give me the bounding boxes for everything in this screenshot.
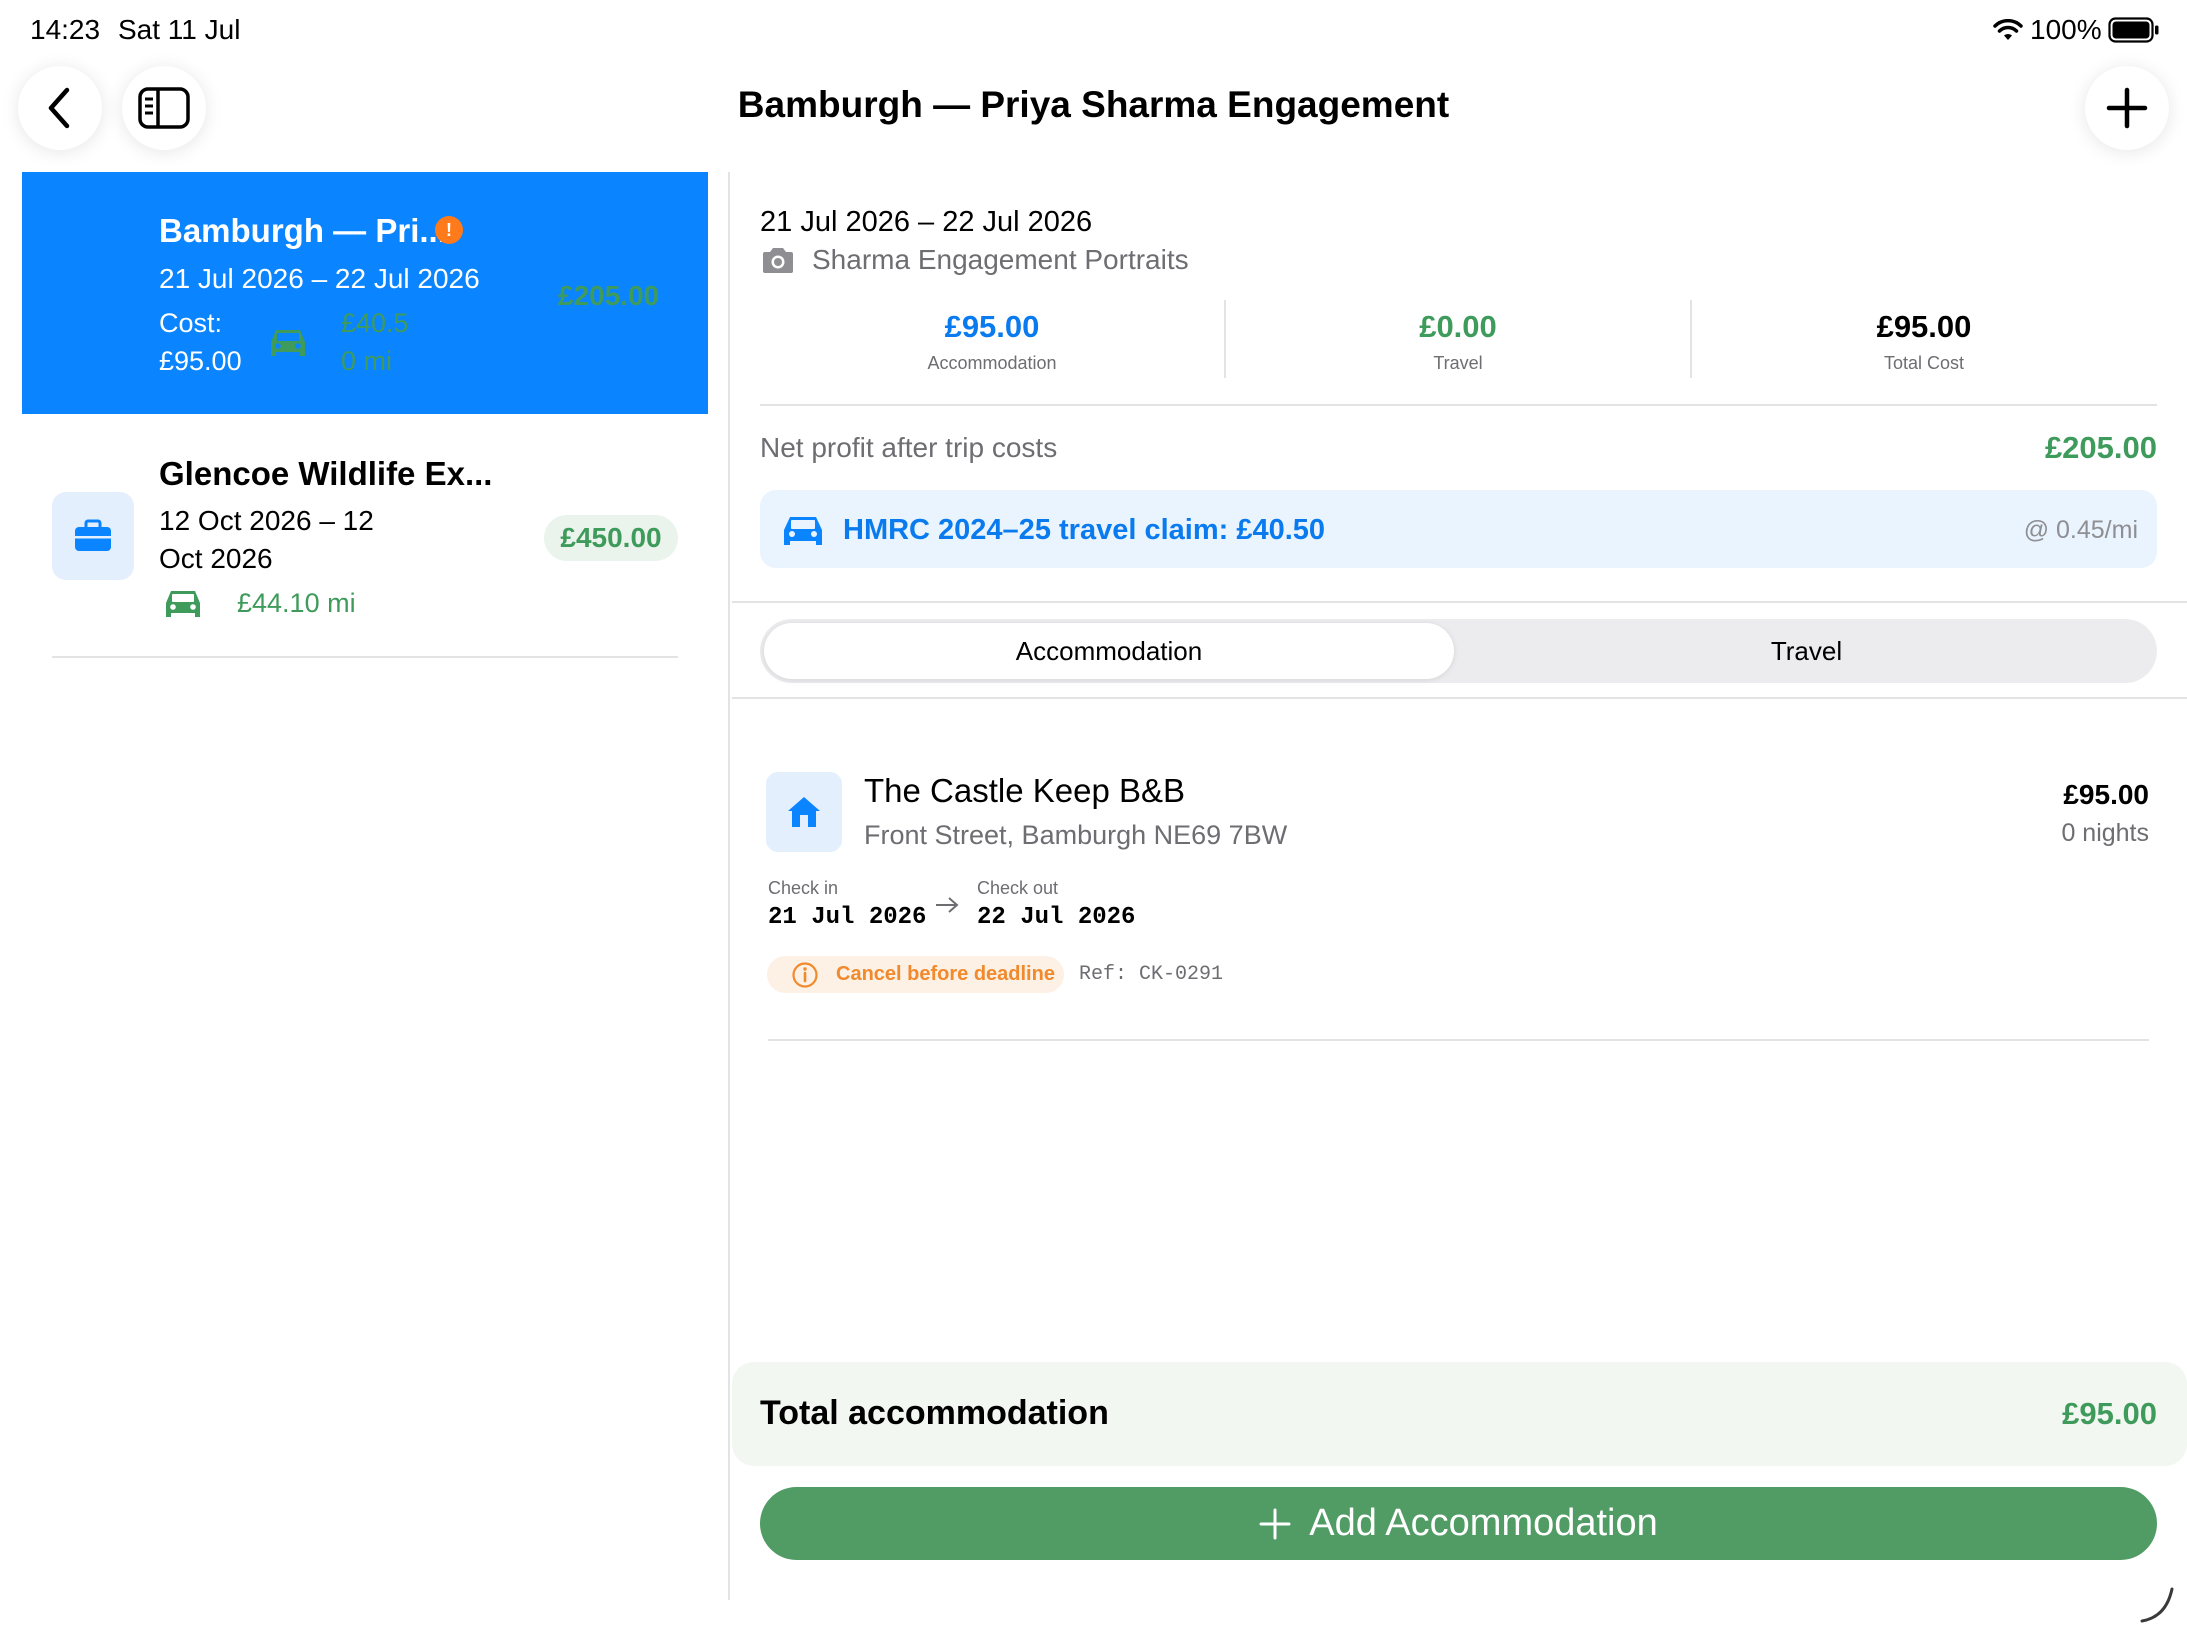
back-button[interactable] [18, 66, 102, 150]
total-accommodation-value: £95.00 [2062, 1396, 2157, 1431]
status-time: 14:23 [30, 14, 101, 45]
accommodation-name: The Castle Keep B&B [864, 772, 1186, 809]
accommodation-price: £95.00 [2063, 779, 2149, 810]
add-accommodation-button[interactable]: Add Accommodation [760, 1487, 2157, 1560]
add-button[interactable] [2085, 66, 2169, 150]
divider [760, 404, 2157, 406]
car-icon [268, 324, 308, 365]
divider [732, 697, 2187, 699]
chevron-left-icon [48, 87, 70, 129]
briefcase-icon [52, 492, 134, 580]
accommodation-address: Front Street, Bamburgh NE69 7BW [864, 820, 1288, 850]
trip-dates-line2: Oct 2026 [159, 543, 273, 574]
house-icon [766, 772, 842, 852]
trip-dates: 21 Jul 2026 – 22 Jul 2026 [159, 263, 480, 294]
sidebar-divider [52, 656, 678, 658]
split-divider [728, 172, 730, 1600]
trip-cost-label: Cost: [159, 308, 223, 338]
total-cost-value: £95.00 [1876, 309, 1972, 344]
travel-label: Travel [1433, 353, 1483, 373]
battery-icon [2108, 17, 2160, 48]
page-title: Bamburgh — Priya Sharma Engagement [737, 84, 1450, 125]
alert-icon: ! [435, 216, 463, 244]
tab-accommodation-label: Accommodation [1015, 636, 1203, 666]
total-accommodation-label: Total accommodation [760, 1394, 1109, 1432]
trip-cost-value: £95.00 [159, 346, 242, 376]
trip-dates: 21 Jul 2026 – 22 Jul 2026 [760, 206, 1093, 238]
tab-travel-label: Travel [1770, 636, 1843, 666]
accommodation-value: £95.00 [944, 309, 1040, 344]
metric-divider [1224, 300, 1226, 378]
check-out-label: Check out [977, 878, 1059, 898]
sidebar-icon [138, 87, 190, 129]
plus-icon [2106, 87, 2148, 129]
sidebar-toggle-button[interactable] [122, 66, 206, 150]
check-in-label: Check in [768, 878, 839, 898]
net-profit-value: £205.00 [2044, 430, 2157, 465]
travel-metric: £0.00 Travel [1268, 309, 1648, 374]
metric-divider [1690, 300, 1692, 378]
booking-ref: Ref: CK-0291 [1079, 963, 1224, 986]
wifi-icon [1993, 18, 2023, 46]
trip-miles: 0 mi [341, 346, 393, 376]
camera-icon [762, 246, 794, 279]
trip-profit: £205.00 [558, 280, 660, 311]
divider [768, 1039, 2149, 1041]
car-icon [163, 585, 203, 626]
shoot-name: Sharma Engagement Portraits [812, 244, 1189, 275]
check-in-date: 21 Jul 2026 [768, 904, 927, 931]
trip-dates-line1: 12 Oct 2026 – 12 [159, 505, 374, 536]
trip-claim: £40.5 [341, 308, 409, 338]
arrow-right-icon [934, 893, 960, 922]
net-profit-label: Net profit after trip costs [760, 432, 1058, 463]
resize-handle-icon[interactable] [2138, 1585, 2178, 1630]
travel-value: £0.00 [1419, 309, 1497, 344]
accommodation-label: Accommodation [927, 353, 1057, 373]
accommodation-nights: 0 nights [2061, 819, 2149, 847]
claim-rate: @ 0.45/mi [2023, 516, 2138, 544]
battery-percent: 100% [2030, 14, 2102, 45]
trip-claim: £44.10 mi [237, 588, 356, 618]
trip-title: Bamburgh — Pri... [159, 212, 447, 249]
car-icon [781, 512, 825, 553]
check-out-date: 22 Jul 2026 [977, 904, 1136, 931]
trip-title: Glencoe Wildlife Ex... [159, 455, 493, 492]
add-accommodation-label: Add Accommodation [1309, 1502, 1658, 1544]
trip-profit-badge: £450.00 [544, 515, 678, 561]
plus-icon [1259, 1508, 1291, 1539]
info-icon [791, 961, 819, 994]
travel-claim-text: HMRC 2024–25 travel claim: £40.50 [843, 514, 1326, 546]
total-cost-label: Total Cost [1883, 353, 1965, 373]
accommodation-metric: £95.00 Accommodation [802, 309, 1182, 374]
status-date: Sat 11 Jul [118, 14, 241, 45]
total-cost-metric: £95.00 Total Cost [1734, 309, 2114, 374]
cancel-warning-text: Cancel before deadline [836, 963, 1055, 985]
divider [732, 601, 2187, 603]
